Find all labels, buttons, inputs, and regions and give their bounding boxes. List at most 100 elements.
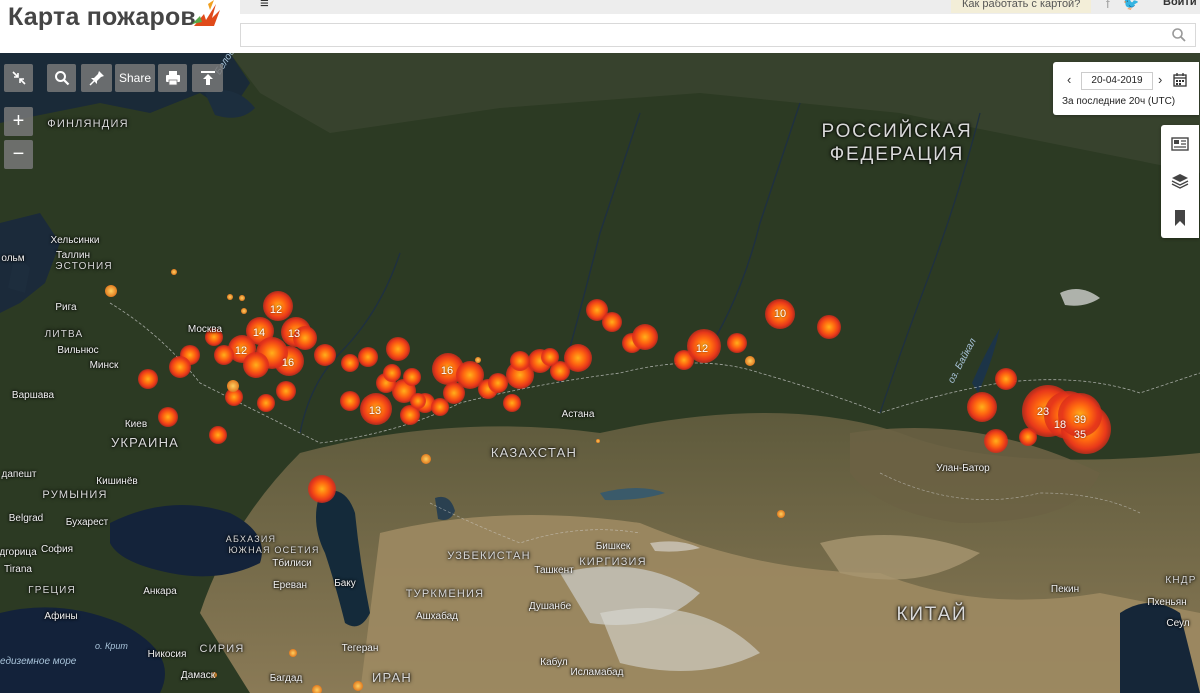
- next-date-button[interactable]: ›: [1158, 72, 1162, 87]
- fire-marker[interactable]: [360, 393, 392, 425]
- fire-marker[interactable]: [263, 291, 293, 321]
- city-label-ashgabat: Ашхабад: [415, 611, 459, 622]
- fire-marker[interactable]: [169, 356, 191, 378]
- fire-marker[interactable]: [209, 426, 227, 444]
- fire-marker-small[interactable]: [475, 357, 481, 363]
- city-label-moscow: Москва: [187, 324, 223, 335]
- collapse-map-button[interactable]: [4, 64, 33, 92]
- fire-marker-small[interactable]: [227, 380, 239, 392]
- fire-marker[interactable]: [138, 369, 158, 389]
- water-label-crete: о. Крит: [95, 641, 128, 651]
- country-label-ukraine: УКРАИНА: [110, 435, 180, 450]
- fire-marker-small[interactable]: [745, 356, 755, 366]
- fire-marker[interactable]: [243, 352, 269, 378]
- city-label-dushanbe: Душанбе: [528, 601, 572, 612]
- zoom-in-button[interactable]: +: [4, 107, 33, 136]
- fire-marker[interactable]: [541, 348, 559, 366]
- fire-marker[interactable]: [510, 351, 530, 371]
- city-label-vilnius: Вильнюс: [57, 345, 99, 356]
- date-field[interactable]: 20-04-2019: [1081, 72, 1153, 90]
- country-label-romania: РУМЫНИЯ: [42, 489, 108, 501]
- fire-marker[interactable]: [727, 333, 747, 353]
- fire-marker-small[interactable]: [289, 649, 297, 657]
- fire-marker[interactable]: [687, 329, 721, 363]
- upload-button[interactable]: [192, 64, 223, 92]
- calendar-icon[interactable]: [1173, 73, 1187, 87]
- layers-icon[interactable]: [1171, 172, 1189, 190]
- city-label-warsaw: Варшава: [11, 390, 55, 401]
- country-label-kyrgyzstan: КИРГИЗИЯ: [579, 556, 647, 568]
- fire-marker[interactable]: [817, 315, 841, 339]
- twitter-icon[interactable]: 🐦: [1123, 0, 1139, 11]
- share-button[interactable]: Share: [115, 64, 155, 92]
- fire-marker[interactable]: [410, 393, 426, 409]
- city-label-belgrade: Belgrad: [8, 513, 44, 524]
- fire-marker[interactable]: [984, 429, 1008, 453]
- bookmark-icon[interactable]: [1171, 209, 1189, 227]
- help-link[interactable]: Как работать с картой?: [951, 0, 1092, 13]
- login-link[interactable]: Войти: [1163, 0, 1197, 8]
- country-label-russia-line2: ФЕДЕРАЦИЯ: [829, 144, 965, 165]
- fire-marker[interactable]: [293, 326, 317, 350]
- search-icon[interactable]: [1171, 27, 1187, 43]
- facebook-icon[interactable]: f: [1106, 0, 1110, 11]
- city-label-stockholm: ольм: [1, 253, 25, 264]
- fire-marker[interactable]: [431, 398, 449, 416]
- previous-date-button[interactable]: ‹: [1067, 72, 1071, 87]
- search-input[interactable]: [241, 24, 1141, 46]
- fire-marker-small[interactable]: [239, 295, 245, 301]
- fire-marker[interactable]: [488, 373, 508, 393]
- city-label-tirana: Tirana: [4, 564, 32, 575]
- fire-marker[interactable]: [341, 354, 359, 372]
- city-label-athens: Афины: [44, 611, 78, 622]
- city-label-minsk: Минск: [89, 360, 119, 371]
- country-label-iran: ИРАН: [371, 670, 413, 685]
- zoom-out-button[interactable]: −: [4, 140, 33, 169]
- city-label-budapest: дапешт: [1, 469, 37, 480]
- fire-marker[interactable]: [257, 394, 275, 412]
- fire-marker[interactable]: [214, 345, 234, 365]
- draw-tool-button[interactable]: [81, 64, 112, 92]
- fire-marker[interactable]: [1058, 393, 1102, 437]
- fire-marker-small[interactable]: [105, 285, 117, 297]
- fire-marker-small[interactable]: [171, 269, 177, 275]
- fire-marker[interactable]: [564, 344, 592, 372]
- country-label-kndr: КНДР: [1165, 575, 1197, 586]
- city-label-riga: Рига: [55, 302, 77, 313]
- country-label-estonia: ЭСТОНИЯ: [55, 261, 113, 272]
- print-button[interactable]: [158, 64, 187, 92]
- fire-marker[interactable]: [340, 391, 360, 411]
- fire-map[interactable]: РОССИЙСКАЯ ФЕДЕРАЦИЯ КАЗАХСТАН КИТАЙ УКР…: [0, 53, 1200, 693]
- menu-icon[interactable]: ≡: [260, 0, 269, 12]
- fire-marker-small[interactable]: [227, 294, 233, 300]
- fire-marker-small[interactable]: [353, 681, 363, 691]
- fire-marker[interactable]: [765, 299, 795, 329]
- time-period-label: За последние 20ч (UTC): [1062, 96, 1176, 107]
- country-label-south-ossetia: ЮЖНАЯ ОСЕТИЯ: [228, 545, 320, 555]
- city-label-beijing: Пекин: [1050, 584, 1080, 595]
- fire-marker[interactable]: [995, 368, 1017, 390]
- site-logo-text[interactable]: Карта пожаров: [8, 3, 196, 32]
- magnifier-icon: [54, 71, 69, 86]
- fire-marker[interactable]: [967, 392, 997, 422]
- city-label-tbilisi: Тбилиси: [272, 558, 312, 569]
- fire-marker[interactable]: [632, 324, 658, 350]
- search-map-button[interactable]: [47, 64, 76, 92]
- fire-marker[interactable]: [358, 347, 378, 367]
- fire-marker-small[interactable]: [421, 454, 431, 464]
- fire-marker-small[interactable]: [777, 510, 785, 518]
- fire-marker[interactable]: [314, 344, 336, 366]
- fire-marker[interactable]: [158, 407, 178, 427]
- water-label-mediterranean: едиземное море: [0, 656, 77, 667]
- fire-marker[interactable]: [386, 337, 410, 361]
- fire-marker-small[interactable]: [241, 308, 247, 314]
- fire-marker[interactable]: [503, 394, 521, 412]
- fire-marker[interactable]: [308, 475, 336, 503]
- fire-marker[interactable]: [276, 381, 296, 401]
- fire-marker[interactable]: [403, 368, 421, 386]
- fire-marker-small[interactable]: [596, 439, 600, 443]
- fire-marker[interactable]: [383, 364, 401, 382]
- fire-marker[interactable]: [602, 312, 622, 332]
- news-icon[interactable]: [1171, 135, 1189, 153]
- city-label-podgorica: дгорица: [0, 547, 37, 558]
